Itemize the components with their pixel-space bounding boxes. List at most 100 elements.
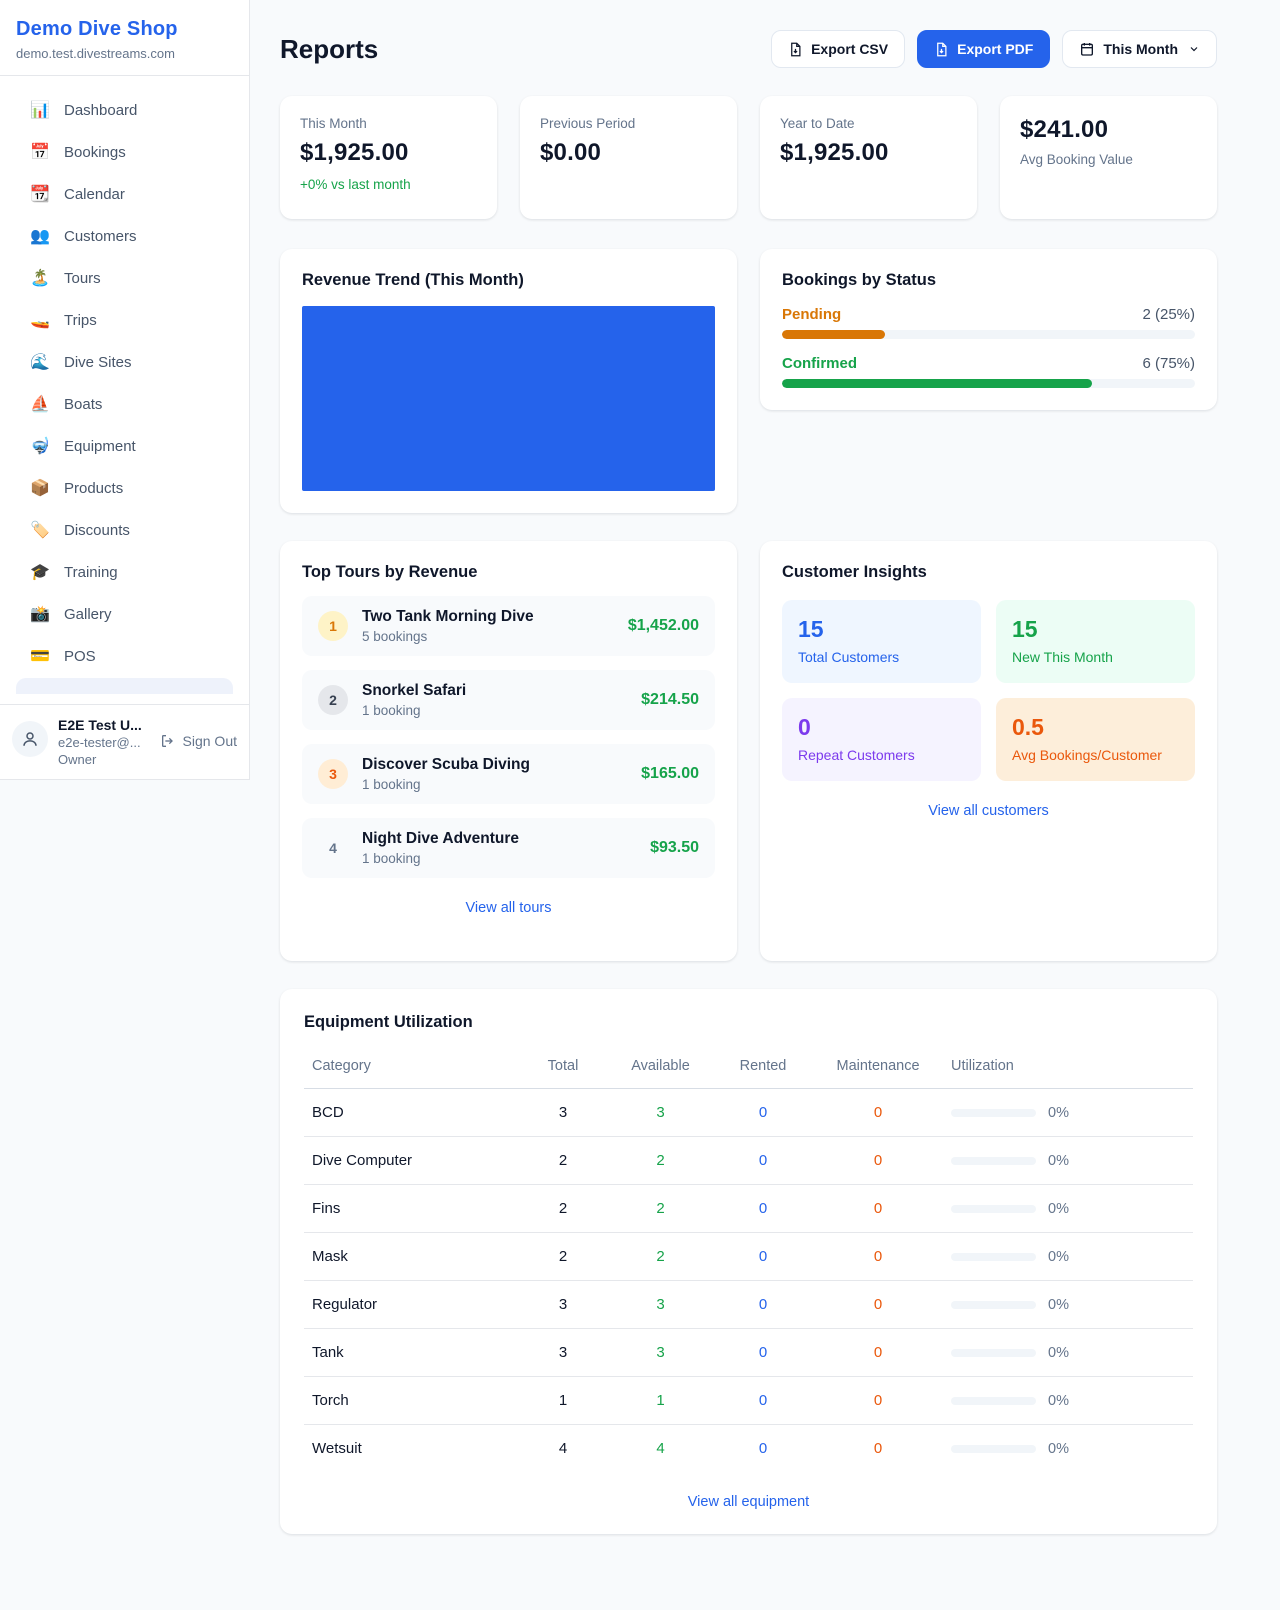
table-row: Torch 1 1 0 0 0% (304, 1377, 1193, 1425)
sidebar-item-bookings[interactable]: 📅 Bookings (8, 132, 241, 172)
tour-revenue: $1,452.00 (628, 617, 699, 635)
rank-badge: 4 (318, 833, 348, 863)
tile-value: 0.5 (1012, 714, 1179, 741)
package-icon: 📦 (30, 478, 50, 498)
export-csv-button[interactable]: Export CSV (771, 30, 905, 68)
tour-row: 4 Night Dive Adventure 1 booking $93.50 (302, 818, 715, 878)
view-all-customers-link[interactable]: View all customers (782, 803, 1195, 819)
sidebar-item-equipment[interactable]: 🤿 Equipment (8, 426, 241, 466)
sidebar-item-label: Tours (64, 270, 101, 287)
utilization-label: 0% (1048, 1441, 1069, 1457)
cell-utilization: 0% (943, 1329, 1193, 1377)
insights-row: Top Tours by Revenue 1 Two Tank Morning … (280, 541, 1217, 961)
tour-row: 3 Discover Scuba Diving 1 booking $165.0… (302, 744, 715, 804)
progress-fill (782, 379, 1092, 388)
status-count: 6 (75%) (1142, 355, 1195, 372)
cell-rented: 0 (713, 1233, 813, 1281)
sidebar-item-trips[interactable]: 🚤 Trips (8, 300, 241, 340)
status-label: Confirmed (782, 355, 857, 372)
tile-value: 15 (798, 616, 965, 643)
tile-repeat-customers: 0 Repeat Customers (782, 698, 981, 781)
page-header: Reports Export CSV Export PDF (280, 30, 1217, 68)
user-email: e2e-tester@... (58, 735, 150, 750)
tile-avg-bookings-customer: 0.5 Avg Bookings/Customer (996, 698, 1195, 781)
export-pdf-button[interactable]: Export PDF (917, 30, 1050, 68)
cell-maintenance: 0 (813, 1233, 943, 1281)
camera-icon: 📸 (30, 604, 50, 624)
cell-utilization: 0% (943, 1233, 1193, 1281)
shop-header: Demo Dive Shop demo.test.divestreams.com (0, 0, 249, 76)
main-content: Reports Export CSV Export PDF (250, 0, 1280, 1574)
cell-category: Regulator (304, 1281, 518, 1329)
cell-total: 4 (518, 1425, 608, 1473)
credit-card-icon: 💳 (30, 646, 50, 666)
cell-utilization: 0% (943, 1185, 1193, 1233)
sidebar-item-products[interactable]: 📦 Products (8, 468, 241, 508)
revenue-trend-chart (302, 306, 715, 491)
top-tours-title: Top Tours by Revenue (302, 563, 715, 582)
utilization-track (951, 1205, 1036, 1213)
export-csv-label: Export CSV (811, 41, 888, 57)
sidebar-item-gallery[interactable]: 📸 Gallery (8, 594, 241, 634)
bookings-icon: 📅 (30, 142, 50, 162)
cell-rented: 0 (713, 1137, 813, 1185)
table-row: Tank 3 3 0 0 0% (304, 1329, 1193, 1377)
sidebar-item-label: Boats (64, 396, 102, 413)
sidebar-item-label: Calendar (64, 186, 125, 203)
tile-total-customers: 15 Total Customers (782, 600, 981, 683)
avatar (12, 721, 48, 757)
cell-rented: 0 (713, 1185, 813, 1233)
rank-badge: 1 (318, 611, 348, 641)
tour-name: Discover Scuba Diving (362, 756, 627, 774)
cell-maintenance: 0 (813, 1281, 943, 1329)
sidebar-item-boats[interactable]: ⛵ Boats (8, 384, 241, 424)
status-count: 2 (25%) (1142, 306, 1195, 323)
col-available: Available (608, 1050, 713, 1089)
sidebar-item-calendar[interactable]: 📆 Calendar (8, 174, 241, 214)
sidebar-item-dashboard[interactable]: 📊 Dashboard (8, 90, 241, 130)
period-dropdown[interactable]: This Month (1062, 30, 1217, 68)
calendar-icon (1079, 41, 1095, 57)
user-meta: E2E Test U... e2e-tester@... Owner (58, 717, 150, 767)
sidebar-item-customers[interactable]: 👥 Customers (8, 216, 241, 256)
table-row: Fins 2 2 0 0 0% (304, 1185, 1193, 1233)
person-icon (21, 730, 39, 748)
view-all-tours-link[interactable]: View all tours (302, 900, 715, 916)
sidebar-item-training[interactable]: 🎓 Training (8, 552, 241, 592)
customer-insights-card: Customer Insights 15 Total Customers 15 … (760, 541, 1217, 961)
utilization-label: 0% (1048, 1201, 1069, 1217)
sidebar-item-label: Bookings (64, 144, 126, 161)
sidebar-item-discounts[interactable]: 🏷️ Discounts (8, 510, 241, 550)
sidebar-item-tours[interactable]: 🏝️ Tours (8, 258, 241, 298)
cell-rented: 0 (713, 1089, 813, 1137)
view-all-equipment-link[interactable]: View all equipment (304, 1494, 1193, 1510)
logout-icon (160, 733, 176, 749)
sidebar-item-dive-sites[interactable]: 🌊 Dive Sites (8, 342, 241, 382)
cell-category: Torch (304, 1377, 518, 1425)
speedboat-icon: 🚤 (30, 310, 50, 330)
tour-row: 1 Two Tank Morning Dive 5 bookings $1,45… (302, 596, 715, 656)
island-icon: 🏝️ (30, 268, 50, 288)
cell-rented: 0 (713, 1377, 813, 1425)
bookings-by-status-title: Bookings by Status (782, 271, 1195, 290)
sidebar-active-item-partial[interactable] (16, 678, 233, 694)
sidebar-item-label: Dashboard (64, 102, 137, 119)
header-actions: Export CSV Export PDF This Month (771, 30, 1217, 68)
tile-value: 15 (1012, 616, 1179, 643)
utilization-track (951, 1157, 1036, 1165)
sign-out-button[interactable]: Sign Out (160, 733, 237, 749)
utilization-track (951, 1445, 1036, 1453)
sidebar-item-label: Customers (64, 228, 137, 245)
tour-revenue: $165.00 (641, 765, 699, 783)
cell-category: Mask (304, 1233, 518, 1281)
sidebar-item-pos[interactable]: 💳 POS (8, 636, 241, 676)
cell-total: 1 (518, 1377, 608, 1425)
sidebar-item-label: Trips (64, 312, 97, 329)
cell-total: 2 (518, 1233, 608, 1281)
tour-name: Snorkel Safari (362, 682, 627, 700)
customer-insights-title: Customer Insights (782, 563, 1195, 582)
export-pdf-label: Export PDF (957, 41, 1033, 57)
tour-revenue: $93.50 (650, 839, 699, 857)
sidebar-item-label: Equipment (64, 438, 136, 455)
user-panel: E2E Test U... e2e-tester@... Owner Sign … (0, 704, 249, 779)
